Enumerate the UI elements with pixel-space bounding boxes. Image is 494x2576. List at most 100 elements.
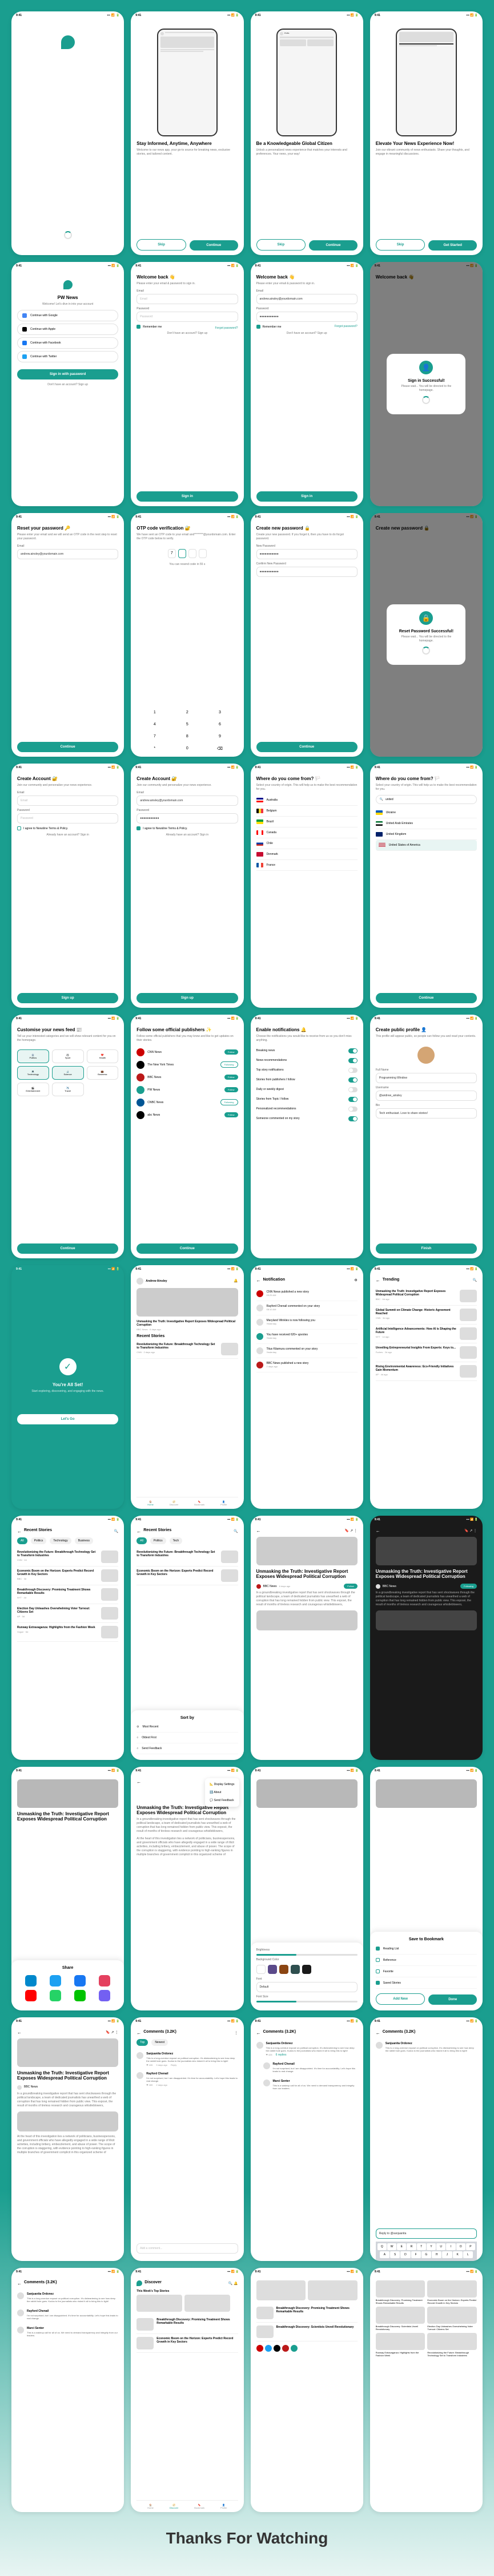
email-input[interactable]: Email xyxy=(136,294,238,304)
app-logo xyxy=(61,35,75,49)
color-picker xyxy=(256,1965,358,1974)
continue-button[interactable]: Continue xyxy=(190,240,238,251)
name-input[interactable]: Programming Window xyxy=(376,1073,477,1083)
otp-inputs[interactable]: 7 xyxy=(136,549,238,558)
country-item[interactable]: Australia xyxy=(256,795,358,806)
context-menu: 📐 Display Settings ℹ️ About 💬 Send Feedb… xyxy=(205,1778,239,1807)
username-input[interactable]: @andrew_ainsley xyxy=(376,1091,477,1101)
back-button[interactable]: ← xyxy=(256,1278,261,1283)
screens-grid: 9:41▪▪▪📶🔋 9:41▪▪▪ 📶 🔋 Stay Informed, Any… xyxy=(0,11,494,2512)
share-sheet: Share xyxy=(11,1960,124,2010)
nav-profile[interactable]: 👤Profile xyxy=(220,1500,227,1506)
nav-discover[interactable]: 🧭Discover xyxy=(170,1500,179,1506)
phone-mockup xyxy=(157,29,218,136)
comments-keyboard: 9:41▪▪▪ 📶 🔋 ←Comments (3.2K) Sanjuanita … xyxy=(370,2017,483,2261)
notification-icon[interactable]: 🔔 xyxy=(234,1279,238,1283)
loading-spinner xyxy=(64,231,72,239)
password-input[interactable]: ●●●●●●●●●●● xyxy=(256,312,358,322)
create-profile: 9:41▪▪▪ 📶 🔋 Create public profile 👤 This… xyxy=(370,1015,483,1258)
toggle-item: Breaking news xyxy=(256,1046,358,1056)
all-set: 9:41▪▪▪ 📶 🔋 ✓ You're All Set! Start expl… xyxy=(11,1265,124,1509)
toggle[interactable] xyxy=(348,1048,358,1053)
forgot-link[interactable]: Forgot password? xyxy=(215,326,238,330)
otp-verify: 9:41▪▪▪ 📶 🔋 OTP code verification 🔐 We h… xyxy=(131,513,243,757)
youtube-icon[interactable] xyxy=(25,1990,37,2001)
signup-button[interactable]: Sign up xyxy=(17,993,118,1003)
article-scroll: 9:41▪▪▪ 📶 🔋 ←🔖 ↗ ⋮ Unmasking the Truth: … xyxy=(11,2017,124,2261)
onboard-1: 9:41▪▪▪ 📶 🔋 Stay Informed, Anytime, Anyw… xyxy=(131,11,243,255)
publisher-item: CNN NewsFollow xyxy=(136,1046,238,1059)
get-started-button[interactable]: Get Started xyxy=(428,240,477,251)
keypad[interactable]: 123 456 789 *0⌫ xyxy=(136,705,238,757)
follow-button[interactable]: Follow xyxy=(224,1049,238,1055)
signin-filled: 9:41▪▪▪ 📶 🔋 Welcome back 👋 Please enter … xyxy=(251,262,363,506)
discover-feed: 9:41▪▪▪ 📶 🔋 Breakthrough Discovery: Prom… xyxy=(251,2268,363,2512)
brightness-slider[interactable] xyxy=(256,1954,358,1956)
home-feed: 9:41▪▪▪ 📶 🔋 Andrew Ainsley🔔 Unmasking th… xyxy=(131,1265,243,1509)
skip-button[interactable]: Skip xyxy=(136,239,186,251)
category-grid: 🏛️Politics ⚽Sport ❤️Health 💻Technology 🔬… xyxy=(17,1049,118,1096)
password-input[interactable]: Password xyxy=(136,312,238,322)
new-password-input[interactable]: ●●●●●●●●●●● xyxy=(256,549,358,559)
category-item[interactable]: 🏛️Politics xyxy=(17,1049,49,1063)
settings-icon[interactable]: ⚙ xyxy=(354,1278,357,1282)
save-bookmark: 9:41▪▪▪ 📶 🔋 Save to Bookmark Reading Lis… xyxy=(370,1767,483,2010)
bio-input[interactable]: Tech enthusiast. Love to share stories! xyxy=(376,1108,477,1119)
user-icon: 👤 xyxy=(419,361,433,374)
comment-item: Sanjuanita Ordonez This is a long-overdu… xyxy=(136,2049,238,2069)
signin-password-button[interactable]: Sign in with password xyxy=(17,369,118,379)
line-icon[interactable] xyxy=(74,1990,86,2001)
tab[interactable]: All xyxy=(17,1537,27,1544)
instagram-icon[interactable] xyxy=(99,1975,110,1986)
trending-page: 9:41▪▪▪ 📶 🔋 ←Trending🔍 Unmasking the Tru… xyxy=(370,1265,483,1509)
email-input[interactable]: andrew.ainsley@yourdomain.com xyxy=(256,294,358,304)
email-input[interactable]: andrew.ainsley@yourdomain.com xyxy=(17,549,118,559)
share-icon[interactable]: ↗ xyxy=(350,1529,353,1533)
enable-notifications: 9:41▪▪▪ 📶 🔋 Enable notifications 🔔 Choos… xyxy=(251,1015,363,1258)
search-input[interactable]: 🔍united xyxy=(376,795,477,804)
apple-button[interactable]: Continue with Apple xyxy=(17,324,118,335)
search-icon[interactable]: 🔍 xyxy=(473,1278,477,1282)
country-list: 9:41▪▪▪ 📶 🔋 Where do you come from? 🏳️ S… xyxy=(251,764,363,1007)
lock-icon: 🔒 xyxy=(419,611,433,625)
notification-item[interactable]: CNN News published a new story09:25 AM xyxy=(256,1287,358,1301)
comment-input[interactable]: Add a comment... xyxy=(136,2243,238,2254)
app-logo xyxy=(63,280,73,289)
twitter-button[interactable]: Continue with Twitter xyxy=(17,351,118,362)
article-share: 9:41▪▪▪ 📶 🔋 Unmasking the Truth: Investi… xyxy=(11,1767,124,2010)
google-button[interactable]: Continue with Google xyxy=(17,310,118,321)
twitter-icon[interactable] xyxy=(50,1975,61,1986)
font-slider[interactable] xyxy=(256,2001,358,2002)
bookmark-icon[interactable]: 🔖 xyxy=(345,1529,349,1533)
remember-checkbox[interactable]: Remember me xyxy=(136,325,162,329)
user-avatar[interactable] xyxy=(136,1278,143,1285)
nav-home[interactable]: 🏠Home xyxy=(147,1500,154,1506)
news-card[interactable]: Revolutionizing the Future: Breakthrough… xyxy=(136,1340,238,1359)
finish-button[interactable]: Finish xyxy=(376,1243,477,1254)
sort-sheet: Sort by ⊙ Most Recent ○ Oldest First ○ S… xyxy=(131,1710,243,1760)
more-icon[interactable]: ⋮ xyxy=(354,1529,358,1533)
confirm-password-input[interactable]: ●●●●●●●●●●● xyxy=(256,567,358,577)
telegram-icon[interactable] xyxy=(25,1975,37,1986)
continue-button[interactable]: Continue xyxy=(17,742,118,752)
hero-image[interactable] xyxy=(136,1288,238,1317)
whatsapp-icon[interactable] xyxy=(50,1990,61,2001)
signup-empty: 9:41▪▪▪ 📶 🔋 Create Account 🔐 Join our co… xyxy=(11,764,124,1007)
signin-button[interactable]: Sign in xyxy=(136,491,238,502)
onboard-3: 9:41▪▪▪ 📶 🔋 Elevate Your News Experience… xyxy=(370,11,483,255)
success-modal: 👤 Sign in Successful! Please wait... You… xyxy=(370,262,483,506)
app-name: PW News xyxy=(17,295,118,300)
recent-stories: 9:41▪▪▪ 📶 🔋 ←Recent Stories🔍 AllPolitics… xyxy=(11,1516,124,1759)
statusbar: 9:41▪▪▪📶🔋 xyxy=(11,11,124,19)
facebook-button[interactable]: Continue with Facebook xyxy=(17,337,118,349)
viber-icon[interactable] xyxy=(99,1990,110,2001)
signup-link[interactable]: Don't have an account? Sign up xyxy=(17,383,118,387)
facebook-icon[interactable] xyxy=(74,1975,86,1986)
avatar-upload[interactable] xyxy=(417,1047,435,1064)
check-icon: ✓ xyxy=(59,1358,77,1375)
keyboard[interactable]: QWERTYUIOP ASDFGHJKL xyxy=(376,2242,477,2261)
recent-sort: 9:41▪▪▪ 📶 🔋 ←Recent Stories🔍 AllPolitics… xyxy=(131,1516,243,1759)
comments-reply: 9:41▪▪▪ 📶 🔋 ←Comments (3.2K) Sanjuanita … xyxy=(251,2017,363,2261)
nav-bookmark[interactable]: 🔖Bookmark xyxy=(194,1500,204,1506)
lets-go-button[interactable]: Let's Go xyxy=(17,1414,118,1424)
